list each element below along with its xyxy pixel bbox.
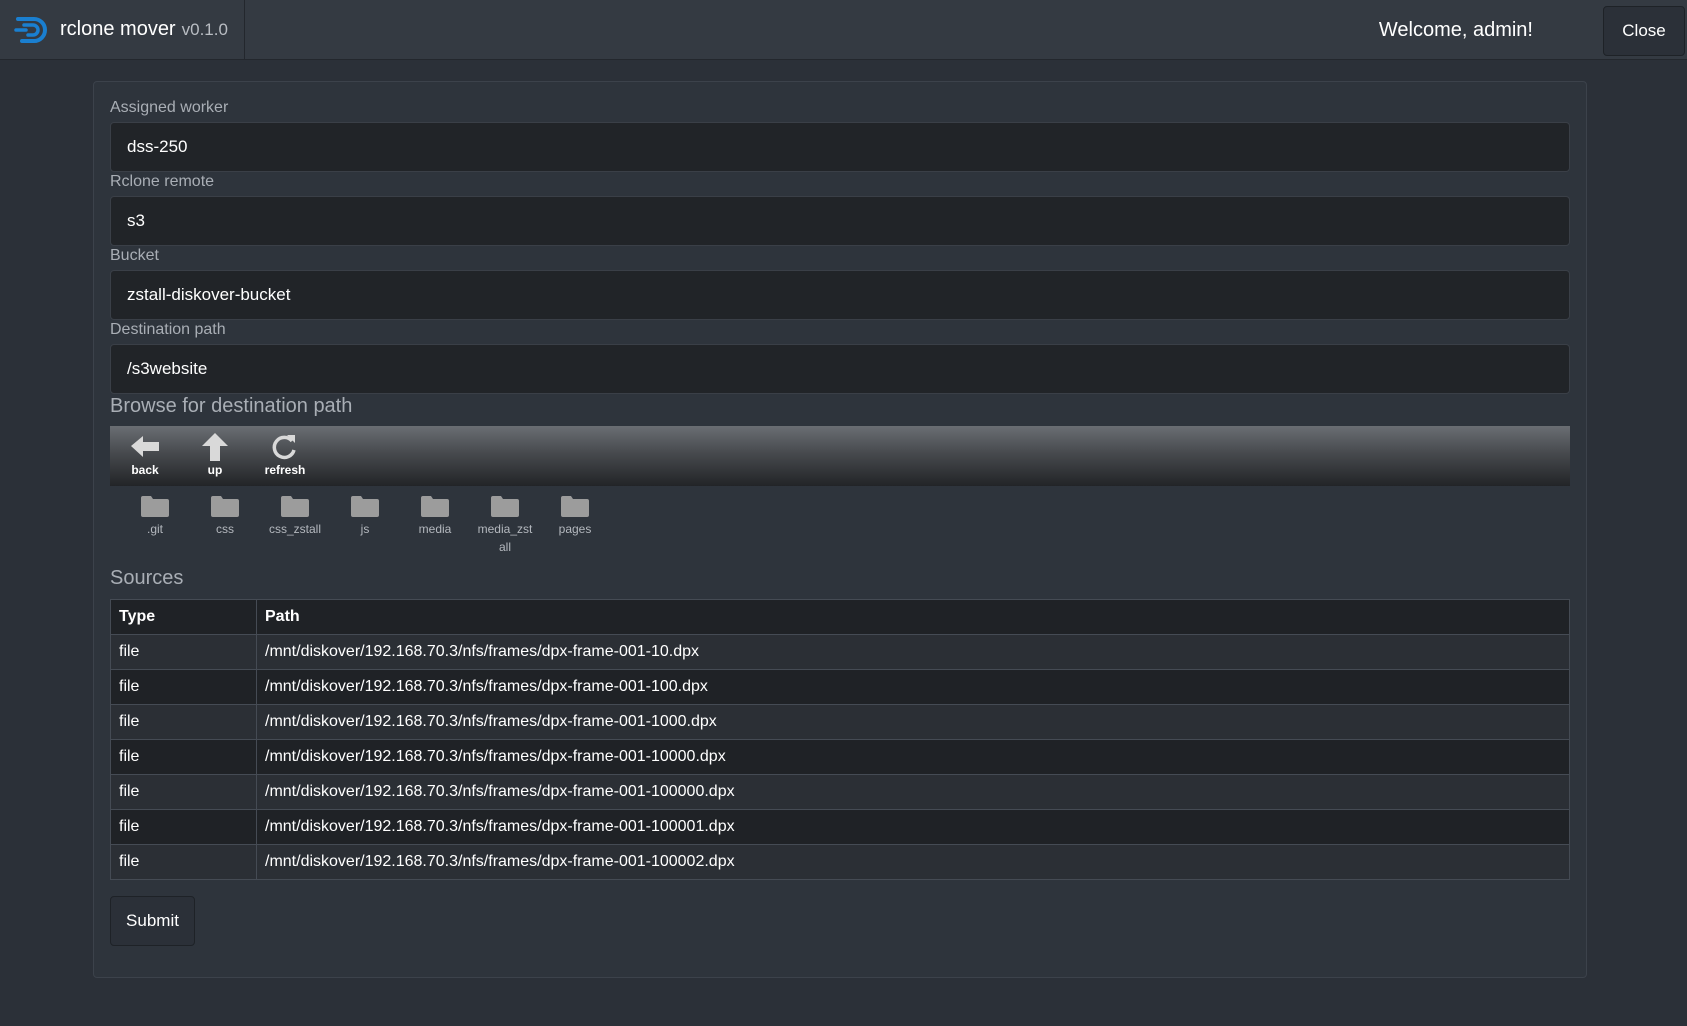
table-row: file /mnt/diskover/192.168.70.3/nfs/fram… [110, 844, 1570, 880]
bucket-label: Bucket [110, 247, 159, 264]
app-name: rclone mover [60, 18, 176, 40]
type-cell: file [110, 809, 257, 845]
type-cell: file [110, 844, 257, 880]
folder-item[interactable]: pages [543, 494, 607, 538]
path-cell: /mnt/diskover/192.168.70.3/nfs/frames/dp… [256, 739, 1570, 775]
bucket-value: zstall-diskover-bucket [127, 285, 291, 304]
folder-icon [141, 496, 169, 517]
refresh-label: refresh [264, 463, 306, 477]
destination-path-value: /s3website [127, 359, 208, 378]
sources-title: Sources [110, 567, 184, 589]
bucket-field[interactable]: zstall-diskover-bucket [110, 270, 1570, 320]
assigned-worker-label: Assigned worker [110, 99, 229, 116]
type-cell: file [110, 739, 257, 775]
up-button[interactable]: up [187, 432, 243, 482]
folder-icon [561, 496, 589, 517]
folder-icon [421, 496, 449, 517]
folder-icon [211, 496, 239, 517]
assigned-worker-value: dss-250 [127, 137, 188, 156]
folder-label: pages [558, 522, 592, 536]
column-header-path: Path [256, 599, 1570, 635]
path-cell: /mnt/diskover/192.168.70.3/nfs/frames/dp… [256, 809, 1570, 845]
table-row: file /mnt/diskover/192.168.70.3/nfs/fram… [110, 739, 1570, 775]
diskover-logo-icon [14, 13, 54, 47]
path-cell: /mnt/diskover/192.168.70.3/nfs/frames/dp… [256, 634, 1570, 670]
folder-item[interactable]: media [403, 494, 467, 538]
folder-item[interactable]: media_zstall [473, 494, 537, 556]
browse-title: Browse for destination path [110, 395, 353, 417]
type-cell: file [110, 634, 257, 670]
path-cell: /mnt/diskover/192.168.70.3/nfs/frames/dp… [256, 774, 1570, 810]
back-label: back [131, 463, 159, 477]
refresh-button[interactable]: refresh [257, 432, 313, 482]
table-row: file /mnt/diskover/192.168.70.3/nfs/fram… [110, 704, 1570, 740]
folder-icon [491, 496, 519, 517]
arrow-left-icon [131, 436, 159, 457]
close-button[interactable]: Close [1603, 6, 1685, 56]
type-cell: file [110, 704, 257, 740]
assigned-worker-field[interactable]: dss-250 [110, 122, 1570, 172]
sources-table: Type Path file /mnt/diskover/192.168.70.… [110, 599, 1570, 880]
folder-item[interactable]: js [333, 494, 397, 538]
refresh-icon [272, 435, 296, 460]
app-version: v0.1.0 [181, 19, 228, 39]
column-header-type: Type [110, 599, 257, 635]
table-row: file /mnt/diskover/192.168.70.3/nfs/fram… [110, 669, 1570, 705]
path-cell: /mnt/diskover/192.168.70.3/nfs/frames/dp… [256, 704, 1570, 740]
folder-label: css_zstall [268, 522, 321, 536]
rclone-remote-value: s3 [127, 211, 145, 230]
welcome-message: Welcome, admin! [1378, 18, 1533, 41]
submit-button[interactable]: Submit [110, 896, 195, 946]
folder-item[interactable]: css_zstall [263, 494, 327, 538]
mover-form-card: Assigned worker dss-250 Rclone remote s3… [93, 81, 1587, 978]
folder-label: css [216, 522, 234, 536]
folder-icon [351, 496, 379, 517]
rclone-remote-label: Rclone remote [110, 173, 215, 190]
folder-item[interactable]: .git [123, 494, 187, 538]
folder-label: js [360, 522, 370, 536]
destination-path-label: Destination path [110, 321, 226, 338]
folder-icon [281, 496, 309, 517]
type-cell: file [110, 669, 257, 705]
file-browser-toolbar: back up refresh [110, 426, 1570, 486]
table-header-row: Type Path [110, 599, 1570, 635]
arrow-up-icon [202, 433, 228, 461]
folder-item[interactable]: css [193, 494, 257, 538]
destination-path-field[interactable]: /s3website [110, 344, 1570, 394]
folder-label: media_zstall [477, 522, 533, 554]
path-cell: /mnt/diskover/192.168.70.3/nfs/frames/dp… [256, 669, 1570, 705]
rclone-remote-field[interactable]: s3 [110, 196, 1570, 246]
table-row: file /mnt/diskover/192.168.70.3/nfs/fram… [110, 809, 1570, 845]
table-row: file /mnt/diskover/192.168.70.3/nfs/fram… [110, 634, 1570, 670]
path-cell: /mnt/diskover/192.168.70.3/nfs/frames/dp… [256, 844, 1570, 880]
table-row: file /mnt/diskover/192.168.70.3/nfs/fram… [110, 774, 1570, 810]
folder-label: media [418, 522, 452, 536]
top-navbar: rclone mover v0.1.0 Welcome, admin! Clos… [0, 0, 1687, 60]
brand[interactable]: rclone mover v0.1.0 [0, 0, 245, 59]
back-button[interactable]: back [117, 432, 173, 482]
type-cell: file [110, 774, 257, 810]
up-label: up [207, 463, 223, 477]
folder-label: .git [146, 522, 163, 536]
